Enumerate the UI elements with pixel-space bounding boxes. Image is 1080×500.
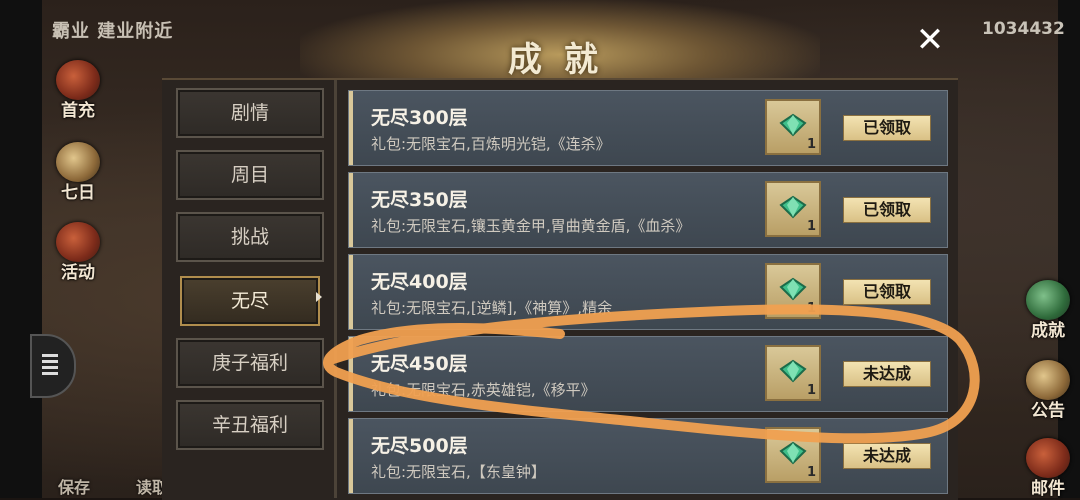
event-button[interactable]: 活动	[48, 220, 108, 283]
reward-quantity: 1	[806, 301, 816, 316]
achievement-desc: 礼包:无限宝石,镶玉黄金甲,胃曲黄金盾,《血杀》	[371, 217, 691, 235]
gold-counter: 1034432	[982, 19, 1065, 39]
reward-slot[interactable]: 1	[765, 345, 821, 401]
achievement-label: 成就	[1031, 321, 1065, 341]
save-button[interactable]: 保存	[58, 474, 90, 498]
reward-quantity: 1	[806, 219, 816, 234]
claim-status-button[interactable]: 未达成	[843, 443, 931, 469]
location-label: 霸业 建业附近	[52, 21, 174, 42]
announcement-label: 公告	[1031, 401, 1065, 421]
list-item: 无尽300层 礼包:无限宝石,百炼明光铠,《连杀》 1 已领取	[348, 90, 948, 166]
first-recharge-label: 首充	[61, 101, 95, 121]
tab-xinchou-welfare[interactable]: 辛丑福利	[176, 400, 324, 450]
close-icon[interactable]: ✕	[912, 22, 948, 58]
achievement-desc: 礼包:无限宝石,赤英雄铠,《移平》	[371, 381, 596, 399]
event-icon	[56, 222, 100, 262]
claim-status-button[interactable]: 已领取	[843, 279, 931, 305]
reward-quantity: 1	[806, 137, 816, 152]
gem-icon	[779, 277, 807, 301]
achievement-desc: 礼包:无限宝石,【东皇钟】	[371, 463, 546, 481]
achievement-name: 无尽500层	[371, 435, 468, 457]
achievement-name: 无尽450层	[371, 353, 468, 375]
category-tabs: 剧情 周目 挑战 无尽 庚子福利 辛丑福利	[172, 86, 324, 498]
gem-icon	[779, 195, 807, 219]
claim-status-button[interactable]: 未达成	[843, 361, 931, 387]
reward-slot[interactable]: 1	[765, 99, 821, 155]
achievement-list[interactable]: 无尽300层 礼包:无限宝石,百炼明光铠,《连杀》 1 已领取 无尽350层 礼…	[348, 90, 948, 498]
list-item: 无尽400层 礼包:无限宝石,[逆鳞],《神算》,精余 1 已领取	[348, 254, 948, 330]
list-item: 无尽500层 礼包:无限宝石,【东皇钟】 1 未达成	[348, 418, 948, 494]
achievement-name: 无尽300层	[371, 107, 468, 129]
list-item: 无尽350层 礼包:无限宝石,镶玉黄金甲,胃曲黄金盾,《血杀》 1 已领取	[348, 172, 948, 248]
reward-slot[interactable]: 1	[765, 427, 821, 483]
reward-slot[interactable]: 1	[765, 181, 821, 237]
right-bezel	[1058, 0, 1080, 498]
gem-icon	[779, 113, 807, 137]
claim-status-button[interactable]: 已领取	[843, 197, 931, 223]
first-recharge-button[interactable]: 首充	[48, 58, 108, 121]
panel-title: 成就	[508, 40, 620, 80]
active-tab-indicator-icon	[316, 292, 322, 302]
reward-slot[interactable]: 1	[765, 263, 821, 319]
announcement-icon	[1026, 360, 1070, 400]
reward-quantity: 1	[806, 383, 816, 398]
menu-icon	[42, 354, 58, 378]
panel-divider	[334, 80, 337, 498]
achievement-name: 无尽350层	[371, 189, 468, 211]
event-label: 活动	[61, 263, 95, 283]
tab-story[interactable]: 剧情	[176, 88, 324, 138]
reward-quantity: 1	[806, 465, 816, 480]
first-recharge-icon	[56, 60, 100, 100]
tab-gengzi-welfare[interactable]: 庚子福利	[176, 338, 324, 388]
tab-endless[interactable]: 无尽	[180, 276, 320, 326]
achievement-desc: 礼包:无限宝石,[逆鳞],《神算》,精余	[371, 299, 613, 317]
list-item: 无尽450层 礼包:无限宝石,赤英雄铠,《移平》 1 未达成	[348, 336, 948, 412]
achievement-button[interactable]: 成就	[1018, 278, 1078, 341]
claim-status-button[interactable]: 已领取	[843, 115, 931, 141]
tab-cycle[interactable]: 周目	[176, 150, 324, 200]
announcement-button[interactable]: 公告	[1018, 358, 1078, 421]
gem-icon	[779, 441, 807, 465]
achievement-desc: 礼包:无限宝石,百炼明光铠,《连杀》	[371, 135, 611, 153]
gem-icon	[779, 359, 807, 383]
achievement-icon	[1026, 280, 1070, 320]
seven-day-label: 七日	[61, 183, 95, 203]
tab-challenge[interactable]: 挑战	[176, 212, 324, 262]
left-bezel	[0, 0, 42, 498]
seven-day-button[interactable]: 七日	[48, 140, 108, 203]
achievement-name: 无尽400层	[371, 271, 468, 293]
seven-day-icon	[56, 142, 100, 182]
